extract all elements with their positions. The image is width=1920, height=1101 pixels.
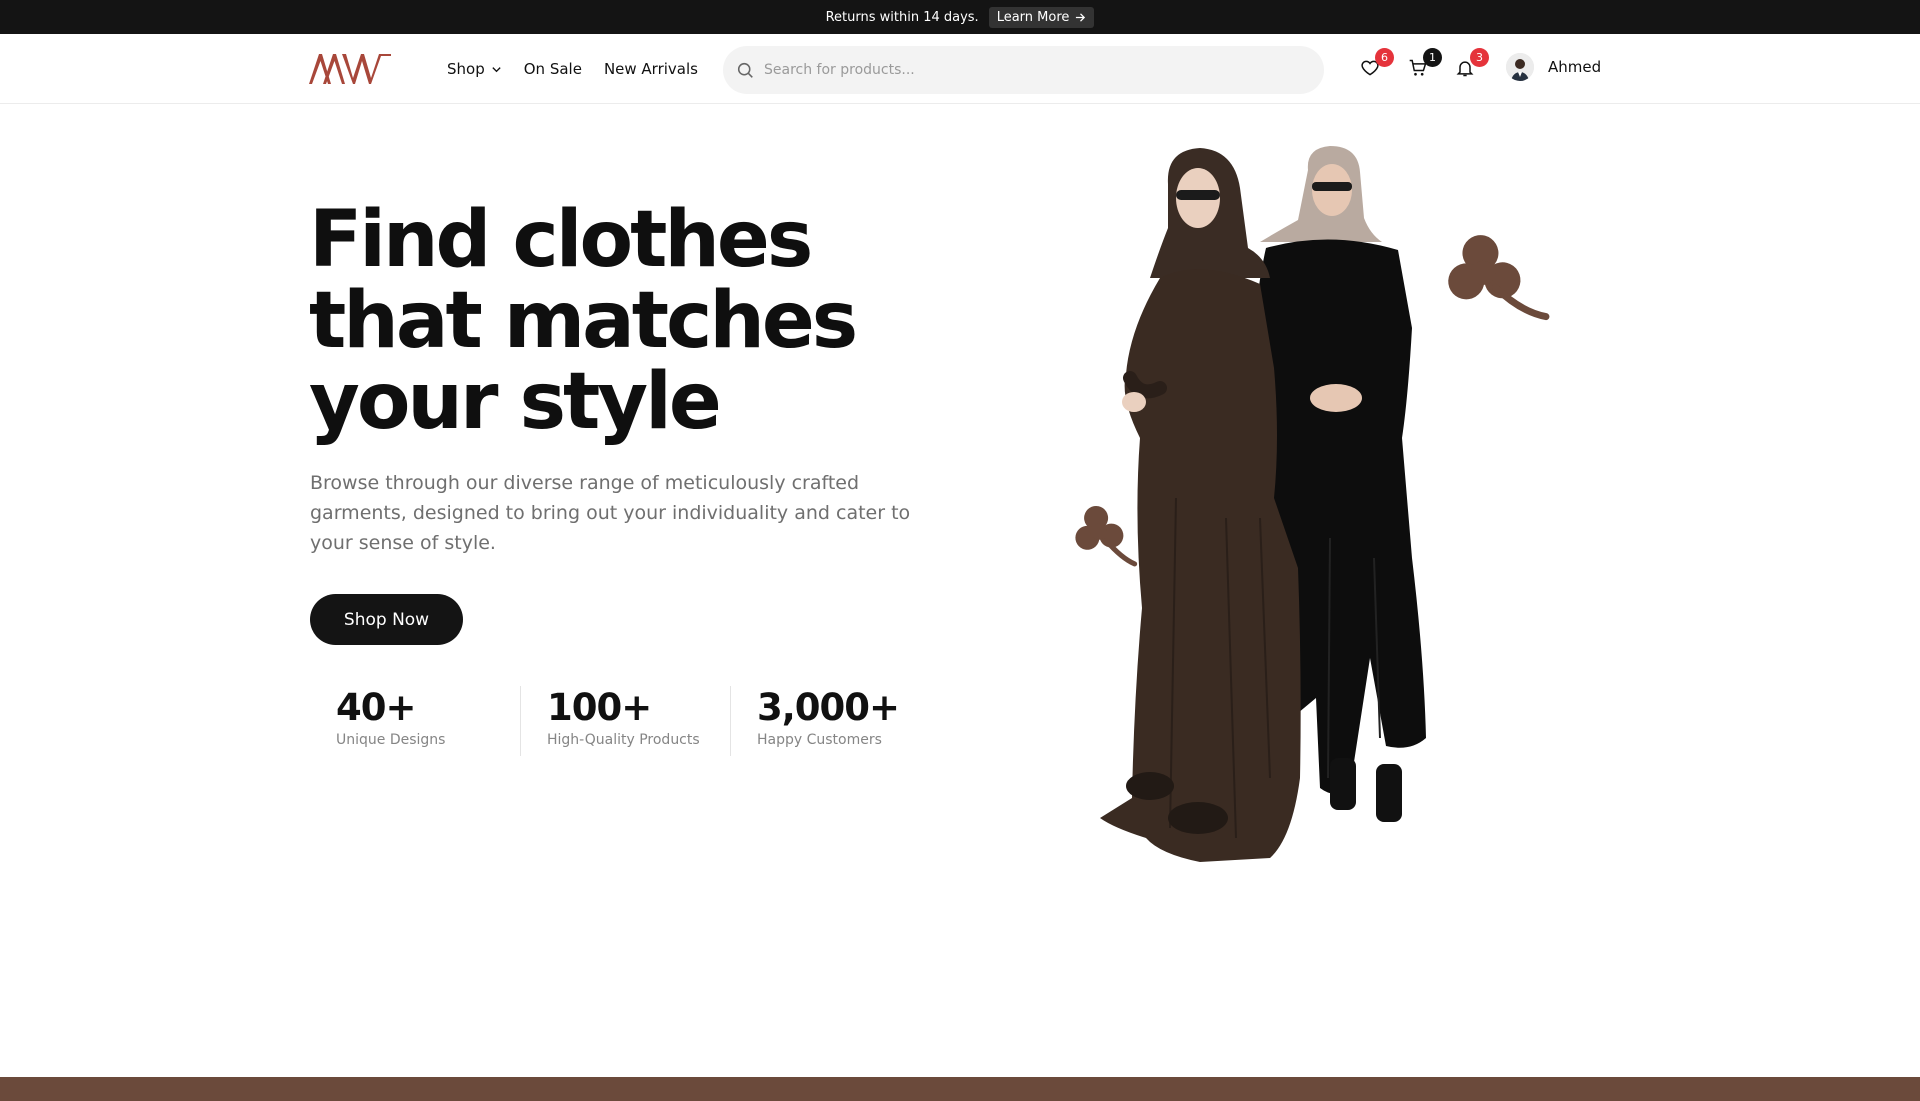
- stat-designs: 40+ Unique Designs: [310, 686, 520, 756]
- hero-subtitle: Browse through our diverse range of meti…: [310, 472, 911, 554]
- announcement-text: Returns within 14 days.: [825, 9, 979, 25]
- brand-logo[interactable]: [309, 52, 391, 84]
- hero-title: Find clothes that matches your style: [309, 195, 858, 447]
- clover-icon: [1448, 235, 1550, 321]
- main-header: Shop On Sale New Arrivals 6 1 3: [0, 34, 1920, 104]
- stats-row: 40+ Unique Designs 100+ High-Quality Pro…: [310, 686, 925, 756]
- learn-more-label: Learn More: [996, 9, 1070, 25]
- chevron-down-icon: [492, 66, 501, 72]
- shop-now-button[interactable]: Shop Now: [310, 594, 463, 645]
- nav-new-arrivals[interactable]: New Arrivals: [604, 60, 698, 78]
- cart-button[interactable]: 1: [1408, 48, 1442, 82]
- user-menu[interactable]: Ahmed: [1506, 53, 1601, 81]
- wishlist-count-badge: 6: [1375, 48, 1394, 67]
- stat-value: 40+: [336, 686, 417, 729]
- stat-label: Unique Designs: [336, 732, 446, 748]
- notifications-count-badge: 3: [1470, 48, 1489, 67]
- nav-on-sale[interactable]: On Sale: [524, 60, 582, 78]
- clover-icon: [1075, 505, 1138, 567]
- stat-label: Happy Customers: [757, 732, 882, 748]
- stat-value: 3,000+: [757, 686, 900, 729]
- stat-customers: 3,000+ Happy Customers: [730, 686, 925, 756]
- announcement-bar: Returns within 14 days. Learn More: [0, 0, 1920, 34]
- wishlist-button[interactable]: 6: [1360, 48, 1394, 82]
- avatar: [1506, 53, 1534, 81]
- nav-new-arrivals-label: New Arrivals: [603, 60, 698, 78]
- search-bar: [723, 46, 1324, 94]
- search-icon: [737, 62, 753, 78]
- next-section-band: [0, 1077, 1920, 1101]
- primary-nav: Shop On Sale New Arrivals: [447, 60, 698, 78]
- cart-count-badge: 1: [1423, 48, 1442, 67]
- user-name: Ahmed: [1548, 58, 1602, 76]
- stat-label: High-Quality Products: [547, 732, 700, 748]
- notifications-button[interactable]: 3: [1455, 48, 1489, 82]
- nav-on-sale-label: On Sale: [523, 60, 582, 78]
- nav-shop[interactable]: Shop: [447, 60, 502, 78]
- search-input[interactable]: [764, 62, 1284, 78]
- stat-value: 100+: [547, 686, 652, 729]
- stat-products: 100+ High-Quality Products: [520, 686, 730, 756]
- learn-more-button[interactable]: Learn More: [988, 6, 1095, 28]
- nav-shop-label: Shop: [447, 60, 485, 78]
- hero-image: [1075, 146, 1550, 863]
- arrow-right-icon: [1076, 12, 1086, 22]
